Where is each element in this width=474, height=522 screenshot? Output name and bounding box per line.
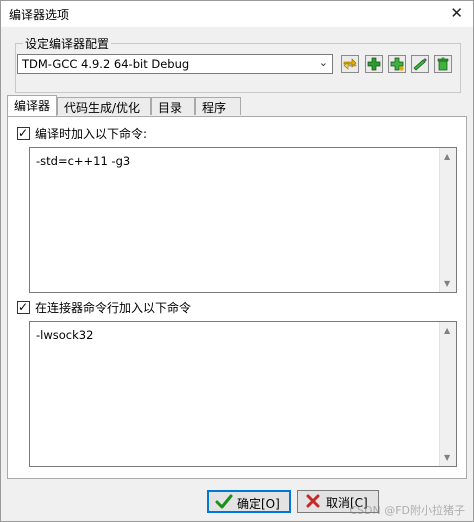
tab-programs[interactable]: 程序 (195, 97, 241, 115)
linker-args-textarea[interactable]: -lwsock32 ▲ ▼ (29, 321, 457, 467)
title-bar[interactable]: 编译器选项 ✕ (1, 1, 473, 27)
linker-args-scrollbar[interactable]: ▲ ▼ (439, 322, 456, 466)
add-copy-icon[interactable] (388, 55, 406, 73)
compiler-args-textarea[interactable]: -std=c++11 -g3 ▲ ▼ (29, 147, 457, 293)
scroll-up-icon[interactable]: ▲ (444, 326, 450, 335)
watermark: CSDN @FD附小拉猪子 (349, 504, 465, 517)
ok-button-label: 确定[O] (237, 497, 280, 511)
compiler-args-label: 编译时加入以下命令: (35, 127, 148, 141)
compiler-options-dialog: 编译器选项 ✕ 设定编译器配置 TDM-GCC 4.9.2 64-bit Deb… (0, 0, 474, 522)
cancel-x-icon (304, 492, 322, 513)
scroll-down-icon[interactable]: ▼ (444, 279, 450, 288)
scroll-down-icon[interactable]: ▼ (444, 453, 450, 462)
linker-args-label: 在连接器命令行加入以下命令 (35, 301, 192, 315)
compiler-profile-select[interactable]: TDM-GCC 4.9.2 64-bit Debug ⌄ (17, 54, 333, 74)
compiler-args-scrollbar[interactable]: ▲ ▼ (439, 148, 456, 292)
add-icon[interactable] (365, 55, 383, 73)
swap-arrows-icon[interactable] (341, 55, 359, 73)
chevron-down-icon: ⌄ (318, 56, 328, 69)
tab-compiler[interactable]: 编译器 (7, 95, 57, 116)
group-label: 设定编译器配置 (23, 35, 112, 52)
scroll-up-icon[interactable]: ▲ (444, 152, 450, 161)
compiler-args-text: -std=c++11 -g3 (36, 154, 131, 168)
tab-code-generation[interactable]: 代码生成/优化 (57, 97, 151, 115)
check-icon (215, 493, 233, 514)
checkmark-icon: ✓ (18, 126, 29, 140)
checkmark-icon: ✓ (18, 300, 29, 314)
close-icon[interactable]: ✕ (450, 4, 463, 22)
linker-args-text: -lwsock32 (36, 328, 94, 342)
selected-profile: TDM-GCC 4.9.2 64-bit Debug (22, 57, 190, 71)
ok-button[interactable]: 确定[O] (207, 490, 291, 513)
rename-icon[interactable] (411, 55, 429, 73)
delete-icon[interactable] (434, 55, 452, 73)
linker-args-checkbox[interactable]: ✓ (17, 300, 30, 314)
tab-directories[interactable]: 目录 (151, 97, 195, 115)
window-title: 编译器选项 (9, 8, 70, 22)
compiler-args-checkbox[interactable]: ✓ (17, 126, 30, 140)
